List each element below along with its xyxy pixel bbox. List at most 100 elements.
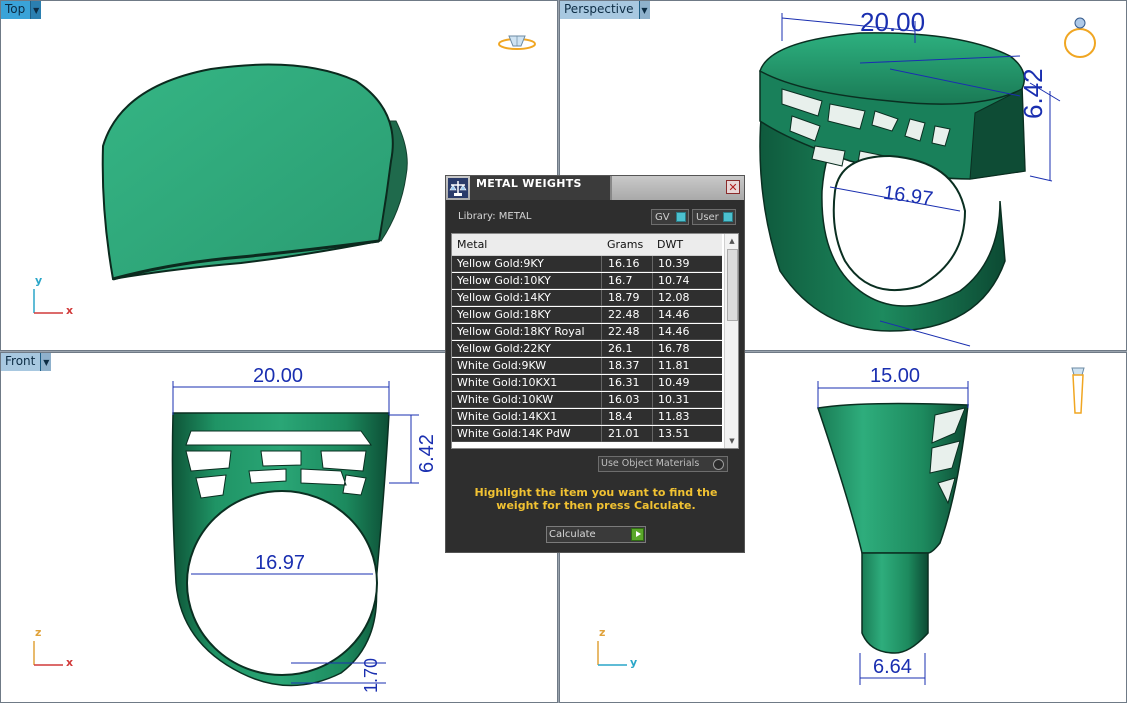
column-divider	[652, 426, 653, 442]
metal-name: Yellow Gold:18KY Royal	[457, 325, 585, 338]
table-row[interactable]: Yellow Gold:18KY Royal 22.48 14.46	[452, 324, 722, 340]
column-header-dwt[interactable]: DWT	[657, 238, 683, 251]
grams-value: 22.48	[608, 308, 640, 321]
grams-value: 16.16	[608, 257, 640, 270]
calculate-button[interactable]: Calculate	[546, 526, 646, 543]
viewport-tab-top[interactable]: Top ▼	[1, 1, 42, 19]
dimension-width: 20.00	[253, 365, 304, 387]
column-divider	[652, 392, 653, 408]
play-icon	[631, 528, 644, 541]
dimension-width: 20.00	[860, 7, 926, 37]
dimension-height: 6.42	[1018, 68, 1048, 119]
dimension-inner: 16.97	[255, 552, 306, 574]
viewport-label: Perspective	[560, 1, 639, 19]
toggle-gv-label: GV	[655, 211, 670, 223]
use-object-materials-label: Use Object Materials	[601, 458, 700, 469]
column-divider	[652, 273, 653, 289]
toggle-user-label: User	[696, 211, 719, 223]
axis-gizmo	[33, 641, 63, 666]
grams-value: 18.79	[608, 291, 640, 304]
close-button[interactable]: ✕	[726, 180, 740, 194]
scroll-down-icon[interactable]: ▼	[725, 435, 738, 447]
column-divider	[601, 409, 602, 425]
axis-gizmo	[33, 289, 63, 314]
toggle-gv[interactable]: GV	[651, 209, 689, 225]
toggle-switch-icon	[676, 212, 686, 222]
table-row[interactable]: White Gold:10KX1 16.31 10.49	[452, 375, 722, 391]
grams-value: 21.01	[608, 427, 640, 440]
ring-profile-icon	[1071, 367, 1085, 414]
instruction-text: Highlight the item you want to find the …	[474, 486, 718, 512]
toggle-user[interactable]: User	[692, 209, 736, 225]
table-row[interactable]: White Gold:9KW 18.37 11.81	[452, 358, 722, 374]
axis-label-x: x	[66, 656, 74, 669]
table-row[interactable]: Yellow Gold:22KY 26.1 16.78	[452, 341, 722, 357]
dwt-value: 12.08	[658, 291, 690, 304]
metal-weights-panel: METAL WEIGHTS ✕ Library: METAL GV User M…	[445, 175, 745, 553]
scroll-up-icon[interactable]: ▲	[725, 235, 738, 247]
column-divider	[652, 256, 653, 272]
ring-diamond-icon	[498, 35, 536, 50]
dwt-value: 13.51	[658, 427, 690, 440]
ring-side-icon	[1064, 17, 1096, 58]
table-scrollbar[interactable]: ▲ ▼	[724, 234, 738, 448]
viewport-tab-front[interactable]: Front ▼	[1, 353, 52, 371]
axis-label-y: y	[35, 274, 43, 287]
panel-titlebar[interactable]: METAL WEIGHTS ✕	[446, 176, 744, 200]
column-divider	[601, 375, 602, 391]
calculate-label: Calculate	[549, 529, 596, 540]
metal-name: Yellow Gold:18KY	[457, 308, 551, 321]
column-divider	[652, 341, 653, 357]
table-row[interactable]: White Gold:14KX1 18.4 11.83	[452, 409, 722, 425]
radio-icon	[713, 459, 724, 470]
table-header: Metal Grams DWT	[452, 234, 722, 256]
grams-value: 26.1	[608, 342, 633, 355]
table-row[interactable]: Yellow Gold:18KY 22.48 14.46	[452, 307, 722, 323]
column-divider	[601, 392, 602, 408]
table-row[interactable]: Yellow Gold:14KY 18.79 12.08	[452, 290, 722, 306]
column-divider	[601, 256, 602, 272]
metal-name: Yellow Gold:22KY	[457, 342, 551, 355]
metal-name: White Gold:10KW	[457, 393, 554, 406]
grams-value: 16.03	[608, 393, 640, 406]
table-row[interactable]: Yellow Gold:9KY 16.16 10.39	[452, 256, 722, 272]
dwt-value: 11.81	[658, 359, 690, 372]
dwt-value: 10.39	[658, 257, 690, 270]
dwt-value: 14.46	[658, 325, 690, 338]
column-header-metal[interactable]: Metal	[457, 238, 487, 251]
dropdown-arrow-icon[interactable]: ▼	[40, 353, 52, 371]
metal-name: White Gold:14KX1	[457, 410, 558, 423]
column-divider	[652, 358, 653, 374]
dropdown-arrow-icon[interactable]: ▼	[30, 1, 42, 19]
column-header-grams[interactable]: Grams	[607, 238, 643, 251]
column-divider	[601, 273, 602, 289]
column-divider	[652, 307, 653, 323]
column-divider	[601, 307, 602, 323]
dimension-height: 6.42	[416, 434, 438, 473]
dwt-value: 10.31	[658, 393, 690, 406]
table-row[interactable]: White Gold:10KW 16.03 10.31	[452, 392, 722, 408]
dimension-bottom: 6.64	[873, 656, 912, 678]
column-divider	[601, 341, 602, 357]
metal-name: Yellow Gold:10KY	[457, 274, 551, 287]
scroll-thumb[interactable]	[727, 249, 738, 321]
use-object-materials-toggle[interactable]: Use Object Materials	[598, 456, 728, 472]
table-row[interactable]: White Gold:14K PdW 21.01 13.51	[452, 426, 722, 442]
grams-value: 18.37	[608, 359, 640, 372]
axis-label-y: y	[630, 656, 638, 669]
column-divider	[601, 358, 602, 374]
dwt-value: 16.78	[658, 342, 690, 355]
axis-label-x: x	[66, 304, 74, 317]
panel-title: METAL WEIGHTS	[476, 177, 582, 190]
dropdown-arrow-icon[interactable]: ▼	[638, 1, 650, 19]
viewport-tab-perspective[interactable]: Perspective ▼	[560, 1, 650, 19]
grams-value: 16.7	[608, 274, 633, 287]
toggle-switch-icon	[723, 212, 733, 222]
axis-label-z: z	[599, 626, 606, 639]
metal-name: Yellow Gold:14KY	[457, 291, 551, 304]
metal-name: White Gold:10KX1	[457, 376, 558, 389]
dwt-value: 14.46	[658, 308, 690, 321]
column-divider	[601, 290, 602, 306]
table-row[interactable]: Yellow Gold:10KY 16.7 10.74	[452, 273, 722, 289]
column-divider	[601, 324, 602, 340]
